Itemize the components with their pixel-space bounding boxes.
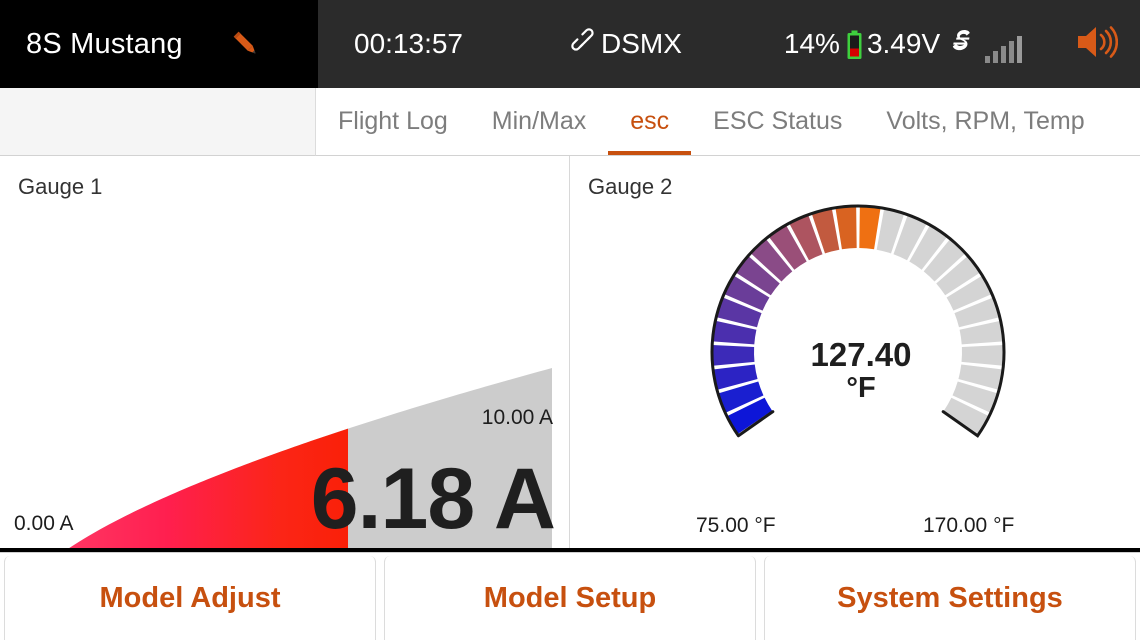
status-right	[952, 0, 1140, 88]
battery-block: 14% 3.49V	[784, 28, 940, 60]
gauge-2-value: 127.40	[810, 336, 912, 373]
gauge-1-min-label: 0.00 A	[14, 512, 74, 535]
battery-icon	[846, 30, 862, 59]
spektrum-s-icon	[952, 26, 982, 63]
model-setup-button[interactable]: Model Setup	[384, 556, 756, 640]
gauge-2-title: Gauge 2	[588, 174, 673, 199]
gauge-2-segment	[835, 206, 857, 250]
tab-esc[interactable]: esc	[608, 88, 692, 155]
link-icon	[571, 27, 599, 61]
model-name-block[interactable]: 8S Mustang	[0, 0, 318, 88]
protocol-block: DSMX	[571, 27, 682, 61]
protocol-label: DSMX	[601, 28, 682, 59]
tab-esc-status[interactable]: ESC Status	[691, 88, 864, 155]
flight-timer[interactable]: 00:13:57	[354, 28, 463, 60]
gauge-2-min-label: 75.00 °F	[696, 514, 776, 537]
bottom-nav-bar: Model Adjust Model Setup System Settings	[0, 552, 1140, 640]
tab-row: Flight Log Min/Max esc ESC Status Volts,…	[0, 88, 1140, 156]
model-adjust-button[interactable]: Model Adjust	[4, 556, 376, 640]
gauge-2-segment	[859, 206, 881, 250]
gauge-1-value-label: 6.18 A	[310, 451, 556, 547]
tab-volts-rpm-temp[interactable]: Volts, RPM, Temp	[864, 88, 1106, 155]
tab-left-filler-panel	[0, 88, 316, 156]
app-root: 8S Mustang 00:13:57 DSMX 14% 3.49V Fligh…	[0, 0, 1140, 640]
gauge-1-panel[interactable]: Gauge 1 0.00 A 10.00 A 6.18 A	[0, 156, 570, 548]
battery-voltage: 3.49V	[866, 28, 941, 59]
gauge-2-unit: °F	[846, 371, 876, 404]
gauge-2-max-label: 170.00 °F	[923, 514, 1015, 537]
tab-list: Flight Log Min/Max esc ESC Status Volts,…	[316, 88, 1140, 156]
gauge-content-area: Gauge 1 0.00 A 10.00 A 6.18 A Gauge 2 12…	[0, 156, 1140, 548]
status-bar: 8S Mustang 00:13:57 DSMX 14% 3.49V	[0, 0, 1140, 88]
gauge-2-panel[interactable]: Gauge 2 127.40 °F 75.00 °F 170.00 °F	[570, 156, 1139, 548]
battery-percent: 14%	[783, 28, 840, 59]
signal-bars-icon	[985, 35, 1022, 63]
speaker-on-icon[interactable]	[1074, 22, 1119, 67]
gauge-1-max-label: 10.00 A	[481, 406, 553, 429]
system-settings-button[interactable]: System Settings	[764, 556, 1136, 640]
gauge-2-center-readout: 127.40 °F	[746, 336, 976, 404]
tab-min-max[interactable]: Min/Max	[470, 88, 608, 155]
tab-flight-log[interactable]: Flight Log	[316, 88, 470, 155]
telemetry-signal-group	[952, 26, 1022, 63]
model-name: 8S Mustang	[26, 27, 183, 60]
pencil-icon[interactable]	[229, 27, 263, 61]
status-center: 00:13:57 DSMX 14% 3.49V	[318, 0, 952, 88]
